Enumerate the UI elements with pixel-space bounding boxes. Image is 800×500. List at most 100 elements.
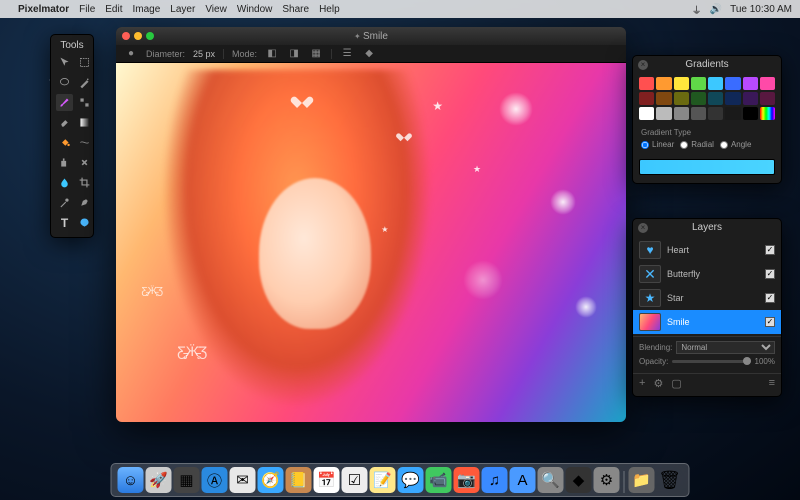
layer-row[interactable]: Smile ✓	[633, 310, 781, 334]
brush-preview-icon[interactable]: ●	[124, 47, 138, 61]
pen-tool-icon[interactable]	[76, 194, 93, 211]
itunes-icon[interactable]: ♫	[482, 467, 508, 493]
marquee-tool-icon[interactable]	[76, 54, 93, 71]
layer-visibility-checkbox[interactable]: ✓	[765, 293, 775, 303]
layer-fx-icon[interactable]: ⚙	[653, 377, 663, 390]
document-titlebar[interactable]: Smile	[116, 27, 626, 45]
gradient-swatch[interactable]	[760, 107, 775, 120]
menu-help[interactable]: Help	[319, 4, 340, 15]
gradient-type-radial[interactable]: Radial	[680, 140, 714, 149]
gradient-type-linear[interactable]: Linear	[641, 140, 674, 149]
app-name[interactable]: Pixelmator	[18, 4, 69, 15]
gradient-swatch[interactable]	[743, 107, 758, 120]
gradient-swatch[interactable]	[708, 77, 723, 90]
mail-icon[interactable]: ✉	[230, 467, 256, 493]
gradient-swatch[interactable]	[639, 77, 654, 90]
warp-tool-icon[interactable]	[76, 134, 93, 151]
shape-options-icon[interactable]: ◆	[362, 47, 376, 61]
brush-tool-icon[interactable]	[56, 94, 73, 111]
layer-row[interactable]: ★ Star ✓	[633, 286, 781, 310]
type-tool-icon[interactable]: T	[56, 214, 73, 231]
menu-file[interactable]: File	[79, 4, 95, 15]
gradient-preview[interactable]	[639, 159, 775, 175]
launchpad-icon[interactable]: 🚀	[146, 467, 172, 493]
gradient-swatch[interactable]	[674, 107, 689, 120]
menu-image[interactable]: Image	[133, 4, 161, 15]
gradient-swatch[interactable]	[639, 92, 654, 105]
gradient-swatch[interactable]	[760, 77, 775, 90]
crop-tool-icon[interactable]	[76, 174, 93, 191]
gradient-swatch[interactable]	[691, 92, 706, 105]
pixelmator-icon[interactable]: ◆	[566, 467, 592, 493]
appstore-b-icon[interactable]: A	[510, 467, 536, 493]
close-icon[interactable]: ×	[638, 60, 648, 70]
menu-window[interactable]: Window	[237, 4, 273, 15]
trash-icon[interactable]: 🗑	[657, 467, 683, 493]
gradient-swatch[interactable]	[725, 92, 740, 105]
layer-row[interactable]: ✕ Butterfly ✓	[633, 262, 781, 286]
move-tool-icon[interactable]	[56, 54, 73, 71]
gradient-swatch[interactable]	[743, 92, 758, 105]
heal-tool-icon[interactable]	[76, 154, 93, 171]
lasso-tool-icon[interactable]	[56, 74, 73, 91]
gradient-swatch[interactable]	[656, 107, 671, 120]
volume-icon[interactable]: 🔊	[710, 4, 722, 15]
finder-icon[interactable]: ☺	[118, 467, 144, 493]
gradient-swatch[interactable]	[725, 107, 740, 120]
notes-icon[interactable]: 📝	[370, 467, 396, 493]
downloads-icon[interactable]: 📁	[629, 467, 655, 493]
gradient-swatch[interactable]	[725, 77, 740, 90]
mode-option-1-icon[interactable]: ◧	[265, 47, 279, 61]
menu-edit[interactable]: Edit	[105, 4, 122, 15]
gradient-swatch[interactable]	[656, 77, 671, 90]
magic-wand-tool-icon[interactable]	[76, 74, 93, 91]
mission-control-icon[interactable]: ▦	[174, 467, 200, 493]
facetime-icon[interactable]: 📹	[426, 467, 452, 493]
menu-share[interactable]: Share	[282, 4, 309, 15]
canvas[interactable]: Ƹ̵̡Ӝ̵̨̄Ʒ Ƹ̵̡Ӝ̵̨̄Ʒ ★ ★ ★	[116, 63, 626, 422]
gradient-swatch[interactable]	[691, 77, 706, 90]
gradient-swatch[interactable]	[708, 107, 723, 120]
gradient-swatch[interactable]	[674, 92, 689, 105]
menubar-clock[interactable]: Tue 10:30 AM	[730, 4, 792, 15]
close-icon[interactable]: ×	[638, 223, 648, 233]
blending-select[interactable]: Normal	[676, 341, 775, 354]
gradient-swatch[interactable]	[743, 77, 758, 90]
clone-tool-icon[interactable]	[56, 154, 73, 171]
layer-visibility-checkbox[interactable]: ✓	[765, 269, 775, 279]
preview-icon[interactable]: 🔍	[538, 467, 564, 493]
settings-icon[interactable]: ⚙	[594, 467, 620, 493]
calendar-icon[interactable]: 📅	[314, 467, 340, 493]
contacts-icon[interactable]: 📒	[286, 467, 312, 493]
pixel-tool-icon[interactable]	[76, 94, 93, 111]
gradient-swatch[interactable]	[691, 107, 706, 120]
gradient-swatch[interactable]	[674, 77, 689, 90]
add-layer-icon[interactable]: +	[639, 377, 645, 390]
layer-mask-icon[interactable]: ▢	[671, 377, 681, 390]
photobooth-icon[interactable]: 📷	[454, 467, 480, 493]
gradient-swatch[interactable]	[656, 92, 671, 105]
mode-option-3-icon[interactable]: ▦	[309, 47, 323, 61]
layer-visibility-checkbox[interactable]: ✓	[765, 245, 775, 255]
reminders-icon[interactable]: ☑	[342, 467, 368, 493]
mode-option-2-icon[interactable]: ◨	[287, 47, 301, 61]
menu-layer[interactable]: Layer	[170, 4, 195, 15]
align-icon[interactable]: ☰	[340, 47, 354, 61]
safari-icon[interactable]: 🧭	[258, 467, 284, 493]
messages-icon[interactable]: 💬	[398, 467, 424, 493]
shape-tool-icon[interactable]	[76, 214, 93, 231]
eraser-tool-icon[interactable]	[56, 114, 73, 131]
layer-menu-icon[interactable]: ≡	[769, 377, 775, 390]
layer-visibility-checkbox[interactable]: ✓	[765, 317, 775, 327]
gradient-swatch[interactable]	[639, 107, 654, 120]
gradient-type-angle[interactable]: Angle	[720, 140, 751, 149]
gradient-swatch[interactable]	[760, 92, 775, 105]
menu-view[interactable]: View	[205, 4, 227, 15]
wifi-icon[interactable]: ⏚	[692, 2, 702, 17]
gradient-swatch[interactable]	[708, 92, 723, 105]
eyedropper-tool-icon[interactable]	[56, 194, 73, 211]
app-store-icon[interactable]: Ⓐ	[202, 467, 228, 493]
blur-tool-icon[interactable]	[56, 174, 73, 191]
diameter-value[interactable]: 25 px	[193, 49, 215, 59]
layer-row[interactable]: ♥ Heart ✓	[633, 238, 781, 262]
